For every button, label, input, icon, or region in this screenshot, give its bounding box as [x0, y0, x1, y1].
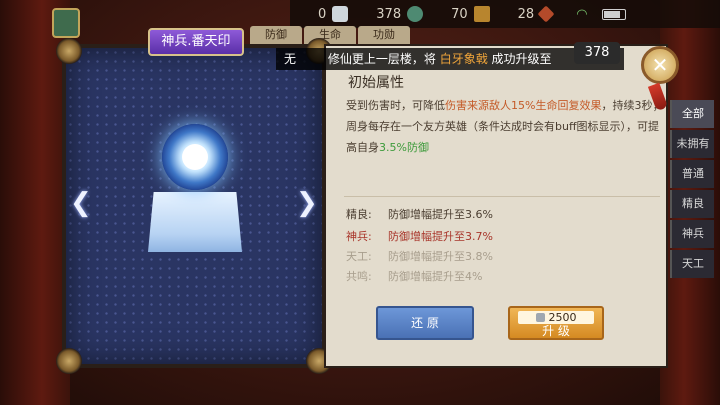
gate-icon	[473, 6, 490, 22]
resource-4: 28	[517, 5, 555, 23]
tier-label: 共鸣:	[346, 270, 372, 283]
divider	[344, 196, 660, 197]
corner-ornament	[56, 348, 82, 374]
wifi-icon: ◠	[576, 6, 588, 22]
resource-3-value: 70	[451, 6, 468, 22]
desc-bonus: 3.5%防御	[379, 141, 429, 154]
upgrade-cost: 2500	[518, 311, 594, 324]
filter-unowned[interactable]: 未拥有	[670, 130, 714, 158]
tab-merit[interactable]: 功勋	[358, 26, 410, 44]
filter-fine[interactable]: 精良	[670, 190, 714, 218]
artifact-core	[182, 144, 208, 170]
resource-2-value: 378	[376, 6, 402, 22]
skill-description: 受到伤害时，可降低伤害来源敌人15%生命回复效果，持续3秒；周身每存在一个友方英…	[346, 95, 664, 158]
next-arrow-icon[interactable]: ❯	[296, 188, 318, 218]
artifact-image	[140, 112, 250, 252]
upgrade-label: 升 级	[542, 324, 570, 338]
tier-text: 防御增幅提升至4%	[388, 270, 483, 283]
upgrade-cost-value: 2500	[548, 311, 577, 324]
desc-part-1: 受到伤害时，可降低	[346, 99, 445, 112]
artifact-name-tag: 神兵.番天印	[148, 28, 244, 56]
resource-2: 378	[376, 6, 424, 22]
upgrade-button[interactable]: 2500 升 级	[508, 306, 604, 340]
resource-bar: 0 378 70 28 ◠	[290, 0, 720, 28]
tier-row-fine: 精良: 防御增幅提升至3.6%	[346, 206, 493, 222]
tier-row-divine: 神兵: 防御增幅提升至3.7%	[346, 228, 493, 244]
jade-icon	[407, 6, 424, 22]
filter-divine[interactable]: 神兵	[670, 220, 714, 248]
notice-level: 378	[574, 42, 620, 64]
tier-text: 防御增幅提升至3.8%	[388, 250, 493, 263]
notice-text-1: 修仙更上一层楼，将	[327, 52, 436, 66]
tab-defense[interactable]: 防御	[250, 26, 302, 44]
resource-4-value: 28	[517, 6, 535, 22]
resource-1-value: 0	[318, 6, 327, 22]
filter-celestial[interactable]: 天工	[670, 250, 714, 278]
section-title: 初始属性	[348, 75, 404, 91]
restore-button[interactable]: 还 原	[376, 306, 474, 340]
corner-ornament	[56, 38, 82, 64]
filter-normal[interactable]: 普通	[670, 160, 714, 188]
broadcast-notice: 无 修仙更上一层楼，将 白牙象戟 成功升级至	[276, 48, 624, 70]
battery-icon	[601, 8, 626, 20]
prev-arrow-icon[interactable]: ❮	[70, 188, 92, 218]
silver-icon	[332, 6, 349, 22]
menu-button[interactable]	[52, 8, 80, 38]
top-tabs: 防御 生命 功勋	[250, 26, 412, 44]
silver-icon	[535, 313, 545, 322]
notice-prefix: 无	[284, 52, 297, 66]
tier-row-resonance: 共鸣: 防御增幅提升至4%	[346, 268, 482, 284]
tier-label: 精良:	[346, 208, 372, 221]
filter-tabs: 全部 未拥有 普通 精良 神兵 天工	[670, 100, 714, 280]
tier-label: 神兵:	[346, 230, 372, 243]
tier-text: 防御增幅提升至3.6%	[388, 208, 493, 221]
tier-text: 防御增幅提升至3.7%	[388, 230, 493, 243]
filter-all[interactable]: 全部	[670, 100, 714, 128]
artifact-seal-base	[148, 192, 242, 252]
resource-3: 70	[451, 6, 490, 22]
diamond-icon	[537, 5, 555, 23]
resource-1: 0	[318, 6, 349, 22]
tier-row-celestial: 天工: 防御增幅提升至3.8%	[346, 248, 493, 264]
notice-text-2: 成功升级至	[491, 52, 552, 66]
notice-item-name: 白牙象戟	[439, 52, 488, 66]
desc-highlight: 伤害来源敌人15%生命回复效果	[445, 99, 602, 112]
close-icon[interactable]: ✕	[641, 46, 679, 84]
tier-label: 天工:	[346, 250, 372, 263]
